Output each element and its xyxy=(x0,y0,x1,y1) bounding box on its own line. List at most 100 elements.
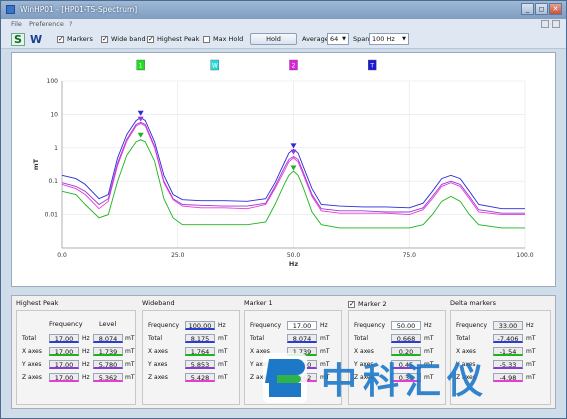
frequency-header: Frequency xyxy=(49,320,83,328)
peak-level-value: 5.362 xyxy=(93,373,123,382)
axis-row-label: Y axes xyxy=(22,361,42,368)
peak-frequency-value: 17.00 xyxy=(49,347,79,356)
spectrum-chart: 100 10 1 0.1 0.01 0.0 25.0 50.0 75.0 100.0 Hz mT 1 W 2… xyxy=(32,59,534,268)
watermark-logo-icon xyxy=(263,353,307,403)
restore-button[interactable]: ◻ xyxy=(535,3,548,15)
delta-frequency-value: 33.00 xyxy=(493,321,523,330)
axis-row-label: Total xyxy=(148,335,163,342)
menu-preference[interactable]: Preference xyxy=(29,20,64,28)
span-label: Span xyxy=(353,35,370,43)
marker2-frequency-input[interactable]: 50.00 xyxy=(391,321,421,330)
chevron-down-icon: ▼ xyxy=(402,36,406,42)
level-value: 5.853 xyxy=(185,360,215,369)
axis-row-label: Z axes xyxy=(22,374,42,381)
mdi-close-icon[interactable] xyxy=(552,20,560,28)
marker1-title: Marker 1 xyxy=(244,299,273,307)
marker1-frequency-input[interactable]: 17.00 xyxy=(287,321,317,330)
axis-row-label: Total xyxy=(354,335,369,342)
x-tick-label: 75.0 xyxy=(403,252,417,259)
watermark-logo: 中科汇仪 xyxy=(263,353,489,403)
menu-bar: File Preference ? xyxy=(1,19,566,30)
window-title: WinHP01 - [HP01-TS-Spectrum] xyxy=(20,5,138,14)
app-icon xyxy=(6,5,15,14)
peak-frequency-value: 17.00 xyxy=(49,373,79,382)
axis-row-label: Y axes xyxy=(148,361,168,368)
axis-row-label: Total xyxy=(22,335,37,342)
peak-marker xyxy=(290,149,297,155)
y-tick-label: 0.01 xyxy=(45,212,59,219)
checkbox-check-icon: ✓ xyxy=(147,34,154,43)
peak-marker xyxy=(137,132,144,138)
axis-row-label: X axes xyxy=(22,348,42,355)
marker2-checkbox[interactable]: ✓ Marker 2 xyxy=(348,300,387,308)
x-tick-label: 50.0 xyxy=(287,252,301,259)
level-value: 0.668 xyxy=(391,334,421,343)
axis-row-label: Total xyxy=(456,335,471,342)
peak-level-value: 1.739 xyxy=(93,347,123,356)
highest-peak-title: Highest Peak xyxy=(16,299,59,307)
wideband-title: Wideband xyxy=(142,299,175,307)
marker-flag-label: 1 xyxy=(139,63,143,70)
checkbox-check-icon: ✓ xyxy=(57,34,64,43)
max-hold-checkbox[interactable]: Max Hold xyxy=(203,35,243,43)
title-bar: WinHP01 - [HP01-TS-Spectrum] _ ◻ ✕ xyxy=(1,1,566,19)
w-mode-button[interactable]: W xyxy=(30,33,42,46)
wideband-checkbox[interactable]: ✓ Wide band xyxy=(101,35,146,43)
average-select[interactable]: 64 ▼ xyxy=(327,33,349,45)
peak-frequency-value: 17.00 xyxy=(49,360,79,369)
axis-row-label: X axes xyxy=(148,348,168,355)
app-window: WinHP01 - [HP01-TS-Spectrum] _ ◻ ✕ File … xyxy=(0,0,567,419)
peak-level-value: 8.074 xyxy=(93,334,123,343)
frequency-label: Frequency xyxy=(354,322,385,329)
highest-peak-checkbox[interactable]: ✓ Highest Peak xyxy=(147,35,199,43)
peak-marker xyxy=(290,165,297,171)
y-tick-label: 10 xyxy=(50,111,58,118)
mdi-restore-icon[interactable] xyxy=(541,20,549,28)
y-tick-label: 0.1 xyxy=(48,178,58,185)
frequency-label: Frequency xyxy=(456,322,487,329)
average-label: Average xyxy=(302,35,329,43)
y-tick-label: 100 xyxy=(47,78,59,85)
delta-markers-title: Delta markers xyxy=(450,299,496,307)
marker-flag-label: W xyxy=(212,63,218,70)
level-value: -7.406 xyxy=(493,334,523,343)
chevron-down-icon: ▼ xyxy=(342,36,346,42)
highest-peak-section: Frequency Level Total 17.00 Hz 8.074 mT X axe… xyxy=(16,310,136,405)
markers-checkbox[interactable]: ✓ Markers xyxy=(57,35,93,43)
checkbox-check-icon: ✓ xyxy=(348,299,355,308)
s-mode-button[interactable]: S xyxy=(11,33,25,46)
menu-file[interactable]: File xyxy=(11,20,22,28)
axis-row-label: Total xyxy=(250,335,265,342)
spectrum-plot[interactable]: 100 10 1 0.1 0.01 0.0 25.0 50.0 75.0 100.0 Hz mT 1 W 2… xyxy=(11,52,556,287)
hold-button[interactable]: Hold xyxy=(250,33,297,45)
marker-flag-label: 2 xyxy=(292,63,296,70)
frequency-label: Frequency xyxy=(148,322,179,329)
frequency-label: Frequency xyxy=(250,322,281,329)
peak-marker xyxy=(137,110,144,116)
toolbar: S W ✓ Markers ✓ Wide band ✓ Highest Peak… xyxy=(1,30,566,49)
level-header: Level xyxy=(99,320,117,328)
axis-row-label: Z axes xyxy=(148,374,168,381)
watermark-text: 中科汇仪 xyxy=(321,361,489,402)
x-tick-label: 25.0 xyxy=(171,252,185,259)
x-tick-label: 100.0 xyxy=(516,252,533,259)
level-value: 5.428 xyxy=(185,373,215,382)
span-select[interactable]: 100 Hz ▼ xyxy=(369,33,409,45)
marker2-title: Marker 2 xyxy=(358,300,387,308)
wideband-section: Frequency 100.00 Hz Total 8.175 mT X axes 1.… xyxy=(142,310,240,405)
level-value: 1.764 xyxy=(185,347,215,356)
window-controls: _ ◻ ✕ xyxy=(521,3,562,15)
wideband-frequency-value: 100.00 xyxy=(185,321,215,330)
close-button[interactable]: ✕ xyxy=(549,3,562,15)
level-value: 8.074 xyxy=(287,334,317,343)
peak-frequency-value: 17.00 xyxy=(49,334,79,343)
x-axis-label: Hz xyxy=(289,260,298,268)
checkbox-check-icon: ✓ xyxy=(101,34,108,43)
minimize-button[interactable]: _ xyxy=(521,3,534,15)
peak-level-value: 5.780 xyxy=(93,360,123,369)
menu-help[interactable]: ? xyxy=(69,20,72,28)
y-tick-label: 1 xyxy=(54,145,58,152)
x-tick-label: 0.0 xyxy=(57,252,67,259)
y-axis-label: mT xyxy=(32,158,40,170)
level-value: 8.175 xyxy=(185,334,215,343)
